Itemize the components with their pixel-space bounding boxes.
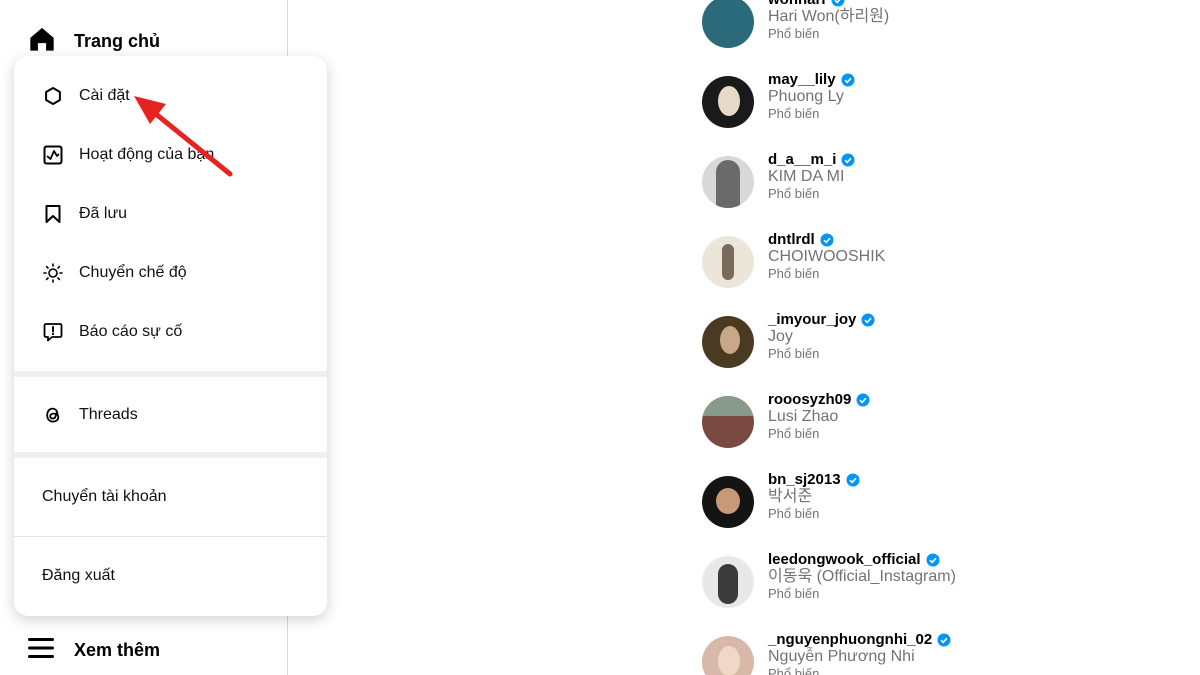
suggested-accounts-list: wonhari Hari Won(하리원) Phổ biến may__lily… (702, 0, 1182, 675)
threads-icon (43, 405, 63, 425)
verified-badge-icon (926, 553, 940, 567)
account-username: leedongwook_official (768, 551, 921, 568)
nav-more[interactable]: Xem thêm (28, 633, 160, 667)
menu-item-settings[interactable]: Cài đặt (14, 66, 327, 125)
menu-section-main: Cài đặt Hoạt động của bạn Đã lưu Chuyển … (14, 56, 327, 371)
account-tag: Phổ biến (768, 665, 820, 675)
verified-badge-icon (861, 313, 875, 327)
avatar (702, 556, 754, 608)
verified-badge-icon (820, 233, 834, 247)
home-icon (28, 25, 56, 58)
nav-home[interactable]: Trang chủ (28, 24, 160, 58)
menu-item-logout[interactable]: Đăng xuất (14, 537, 327, 615)
menu-item-saved[interactable]: Đã lưu (14, 184, 327, 243)
account-tag: Phổ biến (768, 505, 820, 521)
avatar (702, 236, 754, 288)
avatar (702, 396, 754, 448)
account-fullname: Lusi Zhao (768, 408, 839, 426)
avatar (702, 156, 754, 208)
account-tag: Phổ biến (768, 105, 820, 121)
nav-more-label: Xem thêm (74, 639, 161, 660)
avatar (702, 636, 754, 675)
more-menu-popup: Cài đặt Hoạt động của bạn Đã lưu Chuyển … (14, 56, 327, 616)
account-tag: Phổ biến (768, 425, 820, 441)
account-username: d_a__m_i (768, 151, 837, 168)
avatar (702, 0, 754, 48)
menu-item-label: Chuyển tài khoản (42, 488, 167, 505)
account-row[interactable]: _nguyenphuongnhi_02 Nguyễn Phương Nhi Ph… (702, 622, 1182, 675)
account-row[interactable]: _imyour_joy Joy Phổ biến (702, 302, 1182, 382)
account-row[interactable]: bn_sj2013 박서준 Phổ biến (702, 462, 1182, 542)
sun-icon (43, 262, 63, 283)
menu-item-activity[interactable]: Hoạt động của bạn (14, 125, 327, 184)
verified-badge-icon (841, 153, 855, 167)
account-username: may__lily (768, 71, 836, 88)
account-fullname: Phuong Ly (768, 88, 844, 106)
account-fullname: Joy (768, 328, 793, 346)
account-username: dntlrdl (768, 231, 815, 248)
avatar (702, 76, 754, 128)
account-row[interactable]: may__lily Phuong Ly Phổ biến (702, 62, 1182, 142)
menu-item-threads[interactable]: Threads (14, 385, 327, 444)
account-tag: Phổ biến (768, 345, 820, 361)
account-username: bn_sj2013 (768, 471, 841, 488)
account-fullname: Nguyễn Phương Nhi (768, 648, 915, 666)
menu-item-label: Threads (79, 405, 138, 423)
bookmark-icon (43, 204, 63, 224)
account-tag: Phổ biến (768, 265, 820, 281)
account-tag: Phổ biến (768, 25, 820, 41)
account-username: _imyour_joy (768, 311, 857, 328)
account-fullname: Hari Won(하리원) (768, 8, 890, 26)
menu-section-threads: Threads (14, 377, 327, 452)
verified-badge-icon (846, 473, 860, 487)
avatar (702, 316, 754, 368)
account-tag: Phổ biến (768, 585, 820, 601)
account-row[interactable]: rooosyzh09 Lusi Zhao Phổ biến (702, 382, 1182, 462)
account-tag: Phổ biến (768, 185, 820, 201)
verified-badge-icon (937, 633, 951, 647)
account-row[interactable]: dntlrdl CHOIWOOSHIK Phổ biến (702, 222, 1182, 302)
account-fullname: 박서준 (768, 488, 813, 506)
account-username: rooosyzh09 (768, 391, 852, 408)
menu-item-label: Báo cáo sự cố (79, 322, 183, 340)
menu-item-switch-account[interactable]: Chuyển tài khoản (14, 458, 327, 536)
settings-icon (43, 86, 63, 106)
account-fullname: CHOIWOOSHIK (768, 248, 886, 266)
account-username: _nguyenphuongnhi_02 (768, 631, 933, 648)
account-fullname: 이동욱 (Official_Instagram) (768, 568, 956, 586)
verified-badge-icon (856, 393, 870, 407)
account-row[interactable]: leedongwook_official 이동욱 (Official_Insta… (702, 542, 1182, 622)
nav-home-label: Trang chủ (74, 30, 161, 51)
account-username: wonhari (768, 0, 826, 8)
verified-badge-icon (831, 0, 845, 7)
activity-icon (43, 145, 63, 165)
avatar (702, 476, 754, 528)
menu-item-label: Hoạt động của bạn (79, 145, 215, 163)
menu-item-label: Đã lưu (79, 204, 128, 222)
account-row[interactable]: wonhari Hari Won(하리원) Phổ biến (702, 0, 1182, 62)
menu-item-label: Cài đặt (79, 86, 130, 104)
menu-item-report[interactable]: Báo cáo sự cố (14, 302, 327, 361)
menu-item-switch-mode[interactable]: Chuyển chế độ (14, 243, 327, 302)
menu-icon (28, 637, 54, 664)
menu-item-label: Đăng xuất (42, 567, 115, 584)
account-row[interactable]: d_a__m_i KIM DA MI Phổ biến (702, 142, 1182, 222)
account-fullname: KIM DA MI (768, 168, 845, 186)
report-icon (43, 322, 63, 342)
menu-item-label: Chuyển chế độ (79, 263, 187, 281)
verified-badge-icon (841, 73, 855, 87)
